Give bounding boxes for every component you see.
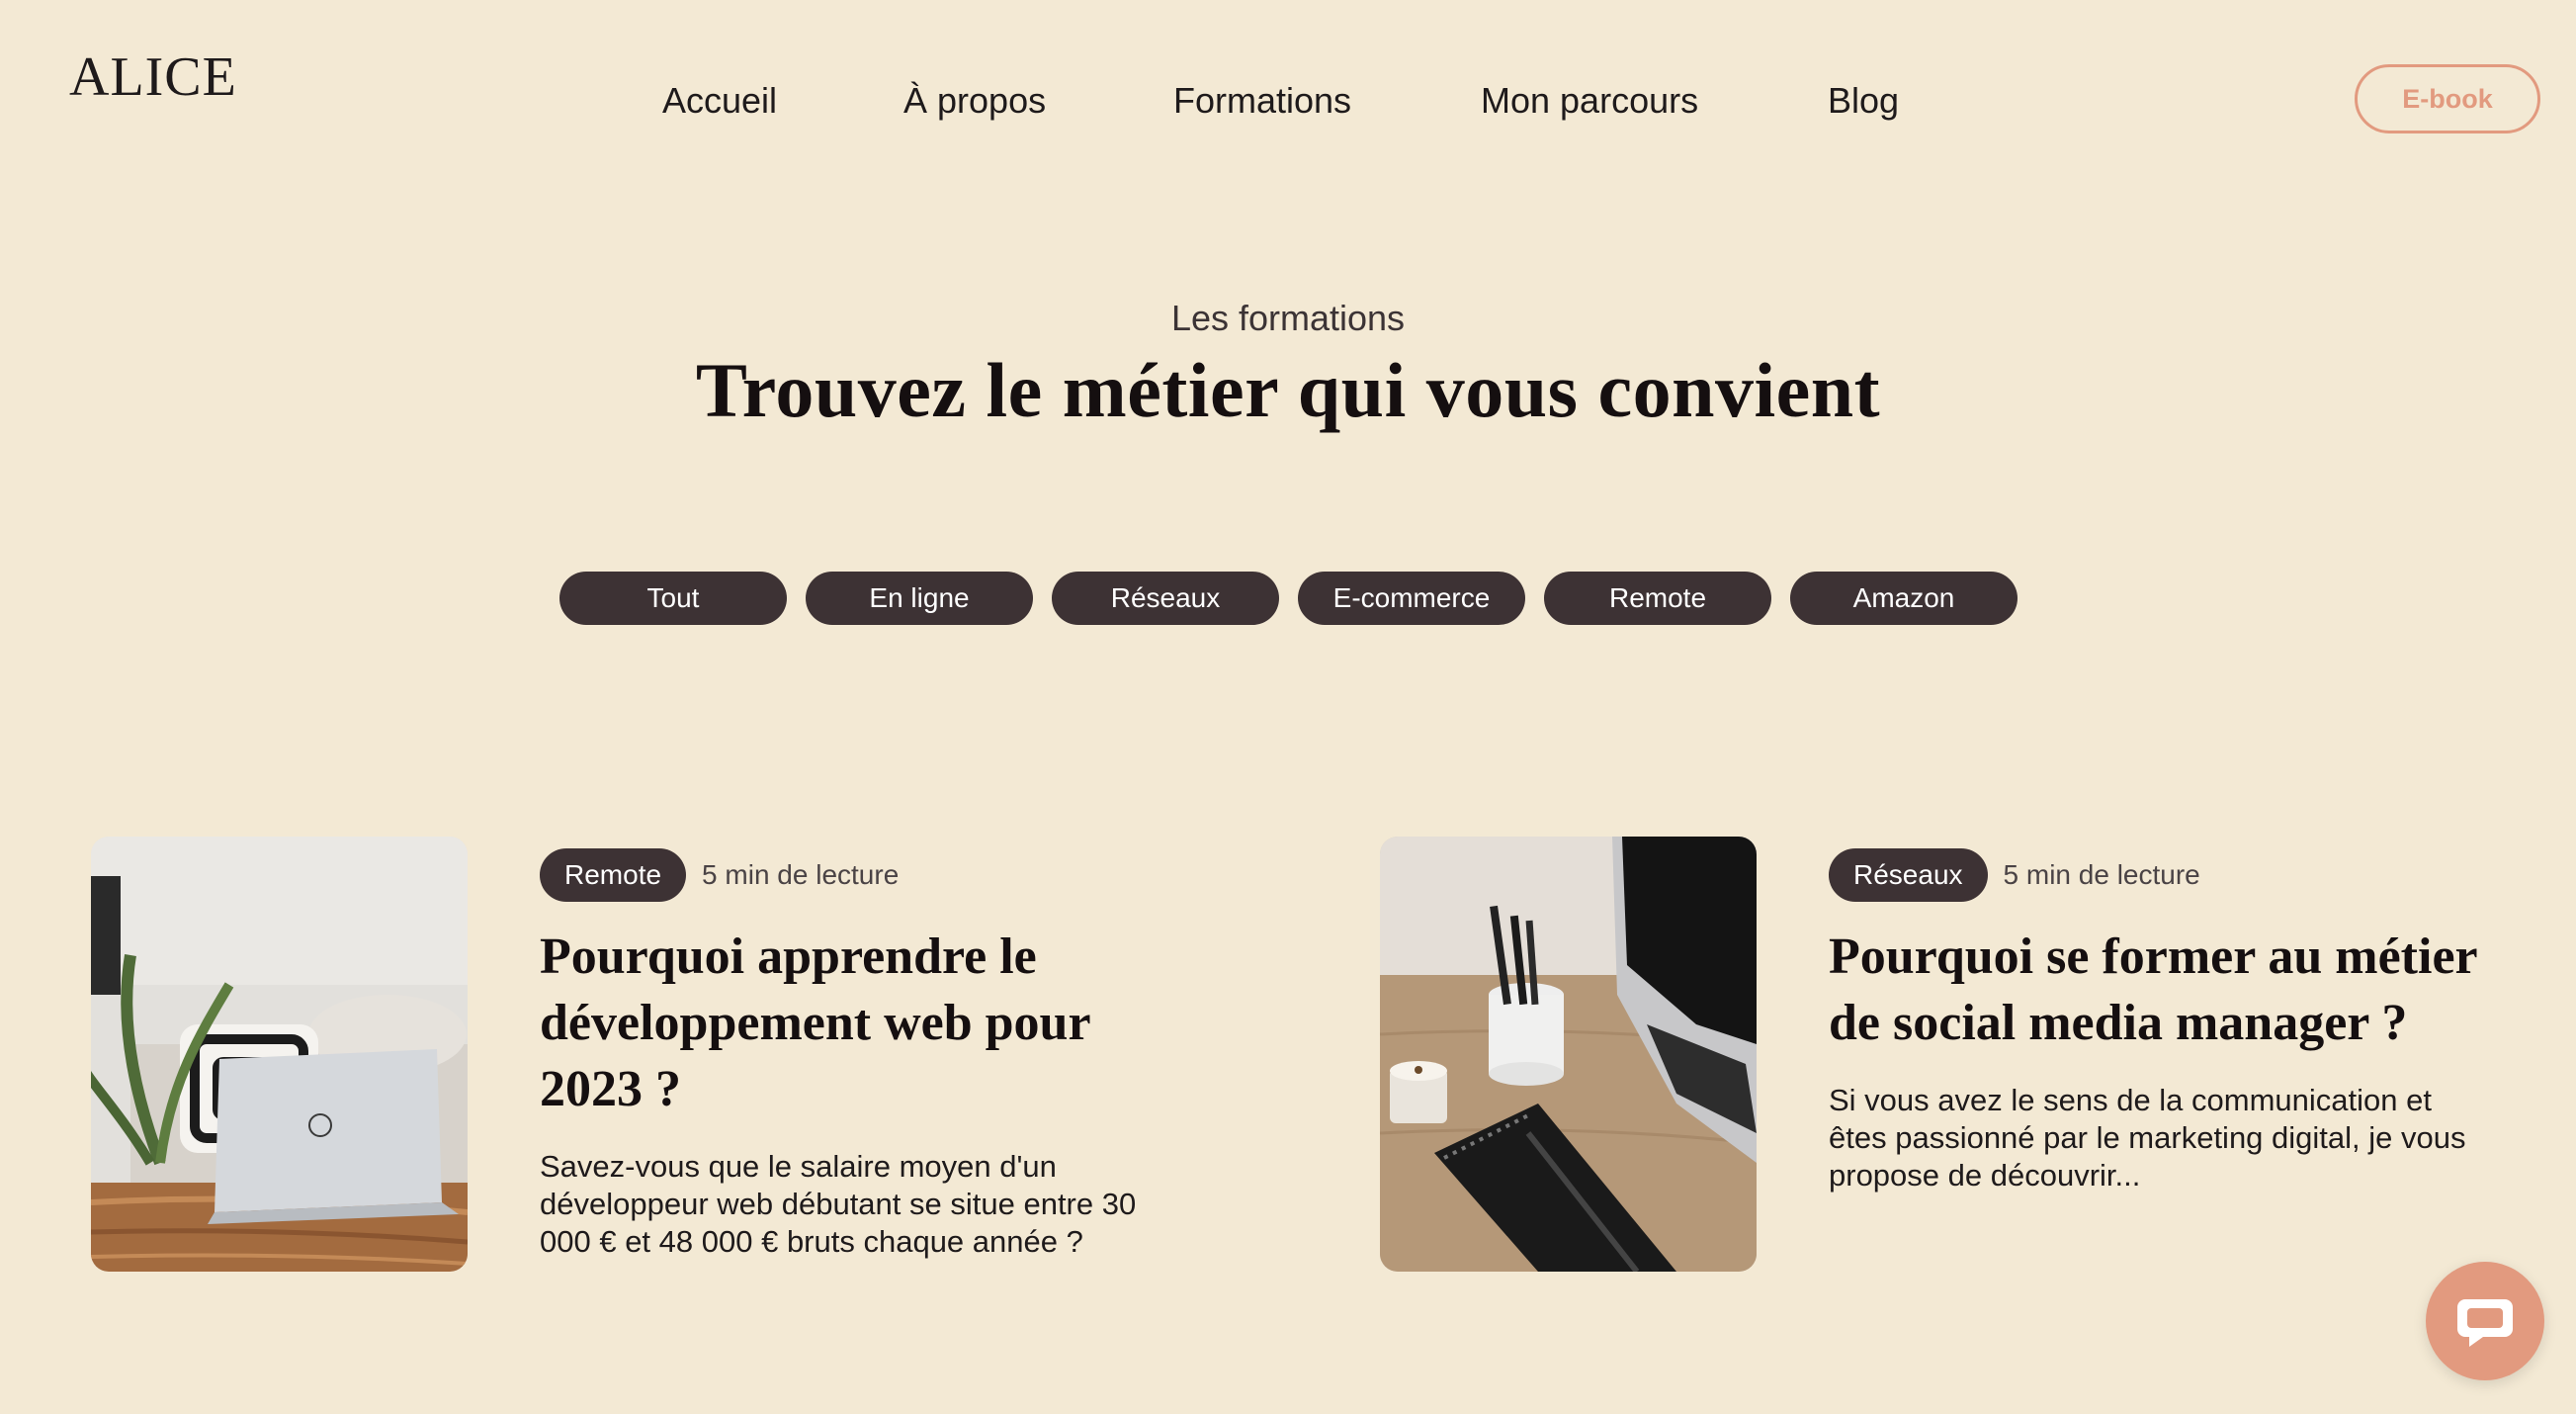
nav-item-accueil[interactable]: Accueil [662,75,777,127]
article-body: Réseaux 5 min de lecture Pourquoi se for… [1829,848,2481,1194]
chat-button[interactable] [2426,1262,2544,1380]
read-time: 5 min de lecture [2003,859,2200,890]
filter-e-commerce[interactable]: E-commerce [1298,572,1525,625]
filter-tout[interactable]: Tout [559,572,787,625]
article-card: Remote 5 min de lecture Pourquoi apprend… [91,837,1192,1272]
filter-reseaux[interactable]: Réseaux [1052,572,1279,625]
article-image-laptop[interactable] [91,837,468,1272]
article-image-desk[interactable] [1380,837,1757,1272]
read-time: 5 min de lecture [702,859,900,890]
nav-item-a-propos[interactable]: À propos [903,75,1046,127]
article-excerpt: Si vous avez le sens de la communication… [1829,1083,2466,1193]
article-tag[interactable]: Réseaux [1829,848,1988,902]
main-nav: Accueil À propos Formations Mon parcours… [0,75,2576,127]
section-eyebrow: Les formations [1170,298,1406,338]
article-meta: Réseaux 5 min de lecture [1829,848,2481,902]
laptop-photo [91,837,468,1272]
chat-bubble-icon [2457,1299,2513,1347]
article-tag[interactable]: Remote [540,848,687,902]
nav-item-mon-parcours[interactable]: Mon parcours [1481,75,1698,127]
article-excerpt: Savez-vous que le salaire moyen d'un dév… [540,1149,1137,1259]
filter-en-ligne[interactable]: En ligne [806,572,1033,625]
filter-amazon[interactable]: Amazon [1790,572,2018,625]
filter-bar: Tout En ligne Réseaux E-commerce Remote … [559,572,2018,625]
filter-remote[interactable]: Remote [1544,572,1771,625]
desk-photo [1380,837,1757,1272]
page-title: Trouvez le métier qui vous convient [695,347,1881,433]
ebook-button[interactable]: E-book [2355,64,2540,133]
nav-item-blog[interactable]: Blog [1828,75,1899,127]
article-title[interactable]: Pourquoi apprendre le développement web … [540,924,1192,1122]
nav-item-formations[interactable]: Formations [1173,75,1351,127]
article-title[interactable]: Pourquoi se former au métier de social m… [1829,924,2481,1056]
article-card: Réseaux 5 min de lecture Pourquoi se for… [1380,837,2481,1272]
article-body: Remote 5 min de lecture Pourquoi apprend… [540,848,1192,1261]
article-meta: Remote 5 min de lecture [540,848,1192,902]
